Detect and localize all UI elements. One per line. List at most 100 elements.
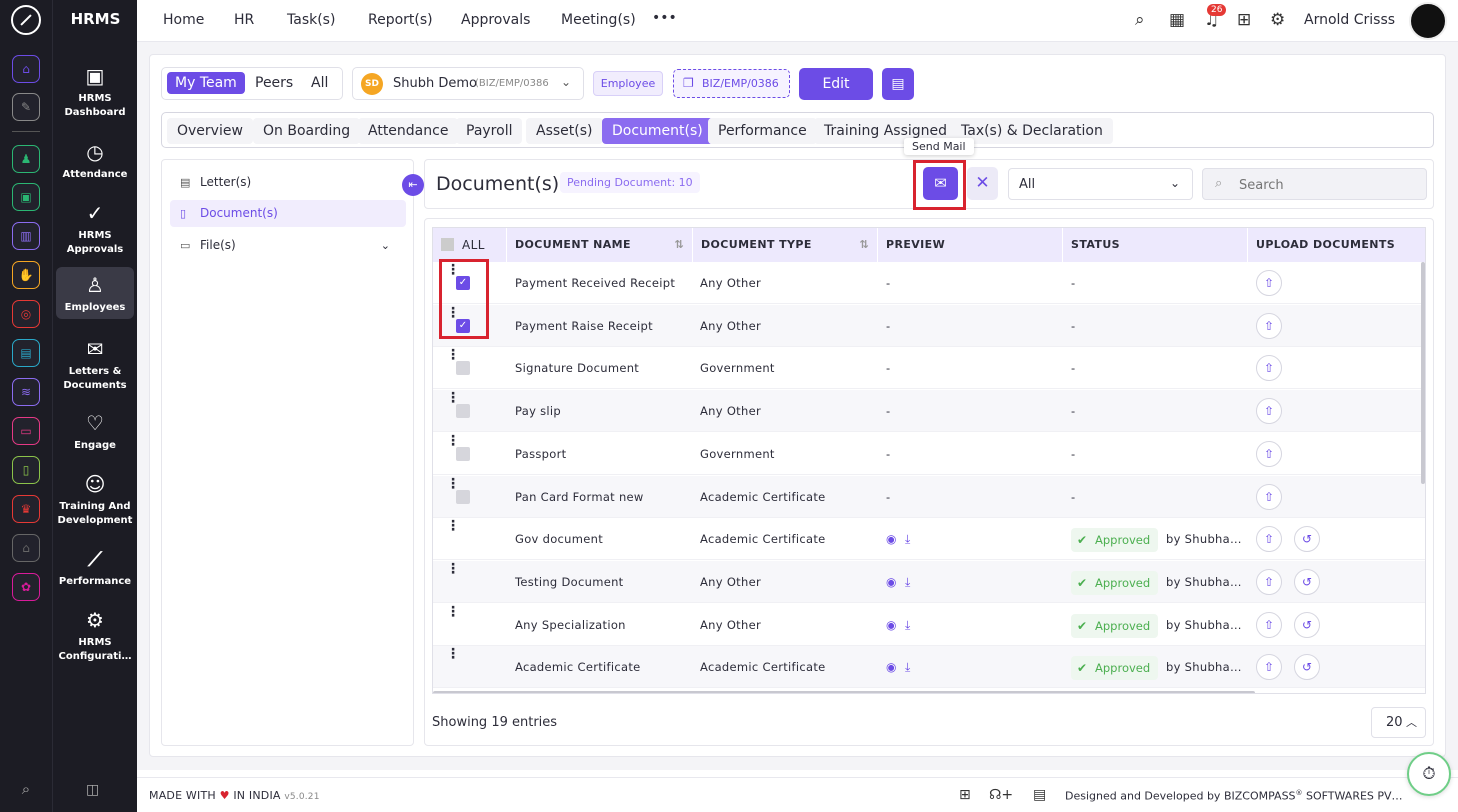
module-hrms-dashboard[interactable]: ▣ HRMS Dashboard [56, 58, 134, 120]
upload-icon[interactable]: ⇧ [1256, 355, 1282, 382]
tree-item-documents[interactable]: ▯ Document(s) [170, 200, 406, 227]
header-document-name[interactable]: DOCUMENT NAME ⇅ [507, 228, 693, 262]
tab-attendance[interactable]: Attendance [358, 118, 459, 144]
row-menu-icon[interactable]: ⋮ [446, 561, 460, 577]
row-menu-icon[interactable]: ⋮ [446, 604, 460, 620]
file-icon[interactable]: ▯ [12, 456, 40, 484]
box-icon[interactable]: ▣ [12, 183, 40, 211]
module-employees[interactable]: ♙ Employees [56, 267, 134, 319]
search-icon[interactable]: ⌕ [1135, 10, 1145, 30]
table-row[interactable]: ⋮ ✓ Payment Raise Receipt Any Other - - ⇧ [433, 304, 1425, 347]
pin-icon[interactable]: ✎ [12, 93, 40, 121]
header-document-type[interactable]: DOCUMENT TYPE ⇅ [693, 228, 878, 262]
puzzle-icon[interactable]: ✋ [12, 261, 40, 289]
eye-icon[interactable]: ◉ [886, 518, 896, 560]
employee-select[interactable]: SD Shubh Demo (BIZ/EMP/0386 ⌄ [352, 67, 584, 100]
table-row[interactable]: ⋮ Pay slip Any Other - - ⇧ [433, 390, 1425, 433]
nav-tasks[interactable]: Task(s) [287, 12, 335, 28]
windows-icon[interactable]: ⊞ [959, 787, 971, 803]
avatar[interactable] [1409, 2, 1447, 40]
more-icon[interactable]: ••• [652, 10, 677, 26]
support-icon[interactable]: ☊+ [989, 787, 1013, 803]
upload-icon[interactable]: ⇧ [1256, 398, 1282, 425]
module-training-and-development[interactable]: ☺ Training And Development [56, 466, 134, 528]
calendar-icon[interactable]: ▦ [1169, 10, 1185, 30]
search-icon[interactable]: ⌕ [14, 777, 38, 801]
collapse-panel-icon[interactable]: ⇤ [402, 174, 424, 196]
tab-overview[interactable]: Overview [167, 118, 253, 144]
gear-icon[interactable]: ⚙ [1270, 10, 1285, 30]
module-hrms-configurati[interactable]: ⚙ HRMS Configurati… [56, 602, 134, 664]
upload-icon[interactable]: ⇧ [1256, 611, 1282, 638]
history-icon[interactable]: ↺ [1294, 654, 1320, 681]
nav-meetings[interactable]: Meeting(s) [561, 12, 636, 28]
row-checkbox[interactable] [456, 361, 470, 376]
award-icon[interactable]: ♛ [12, 495, 40, 523]
employee-code-tag[interactable]: ❐ BIZ/EMP/0386 [673, 69, 790, 98]
download-icon[interactable]: ⤓ [905, 604, 910, 646]
module-engage[interactable]: ♡ Engage [56, 405, 134, 457]
row-menu-icon[interactable]: ⋮ [446, 646, 460, 662]
download-icon[interactable]: ⤓ [905, 561, 910, 603]
upload-icon[interactable]: ⇧ [1256, 440, 1282, 467]
tab-all[interactable]: All [311, 75, 328, 91]
row-checkbox[interactable] [456, 404, 470, 419]
sort-icon[interactable]: ⇅ [859, 228, 869, 262]
history-icon[interactable]: ↺ [1294, 526, 1320, 553]
send-mail-button[interactable]: ✉ [923, 167, 958, 200]
user-name[interactable]: Arnold Crisss [1304, 12, 1395, 28]
nav-approvals[interactable]: Approvals [461, 12, 530, 28]
table-row[interactable]: ⋮ Gov document Academic Certificate ◉ ⤓ ✔ Appr… [433, 518, 1425, 561]
tab-my-team[interactable]: My Team [167, 72, 245, 94]
table-row[interactable]: ⋮ Testing Document Any Other ◉ ⤓ ✔ Approved by … [433, 560, 1425, 603]
timer-icon[interactable]: ⏱ [1407, 752, 1451, 796]
table-row[interactable]: ⋮ Signature Document Government - - ⇧ [433, 347, 1425, 390]
tab-performance[interactable]: Performance [708, 118, 817, 144]
table-row[interactable]: ⋮ Any Specialization Any Other ◉ ⤓ ✔ Approved b… [433, 604, 1425, 646]
select-all-checkbox[interactable] [441, 238, 454, 251]
module-performance[interactable]: ⟋ Performance [56, 541, 134, 593]
table-row[interactable]: ⋮ Academic Certificate Academic Certificat… [433, 646, 1425, 689]
page-size-select[interactable]: 20 ︿ [1371, 707, 1426, 738]
target-icon[interactable]: ◎ [12, 300, 40, 328]
upload-icon[interactable]: ⇧ [1256, 312, 1282, 339]
table-row[interactable]: ⋮ ✓ Payment Received Receipt Any Other - - ⇧ [433, 262, 1425, 304]
apps-grid-icon[interactable]: ⊞ [1237, 10, 1251, 30]
eye-icon[interactable]: ◉ [886, 604, 896, 646]
nav-hr[interactable]: HR [234, 12, 254, 28]
horizontal-scrollbar[interactable] [433, 691, 1255, 693]
row-menu-icon[interactable]: ⋮ [446, 518, 460, 534]
download-icon[interactable]: ⤓ [905, 518, 910, 560]
tree-item-files[interactable]: ▭ File(s) ⌄ [170, 232, 406, 259]
tab-documents[interactable]: Document(s) [602, 118, 713, 144]
history-icon[interactable]: ↺ [1294, 611, 1320, 638]
sort-icon[interactable]: ⇅ [674, 228, 684, 262]
select-all-header[interactable]: ALL [433, 228, 507, 262]
table-row[interactable]: ⋮ Passport Government - - ⇧ [433, 433, 1425, 475]
module-hrms-approvals[interactable]: ✓ HRMS Approvals [56, 195, 134, 257]
tab-tax-declaration[interactable]: Tax(s) & Declaration [951, 118, 1113, 144]
upload-icon[interactable]: ⇧ [1256, 654, 1282, 681]
settings-icon[interactable]: ✿ [12, 573, 40, 601]
module-letters--documents[interactable]: ✉ Letters & Documents [56, 331, 134, 393]
row-checkbox[interactable] [456, 446, 470, 461]
chart-icon[interactable]: ≋ [12, 378, 40, 406]
tab-payroll[interactable]: Payroll [456, 118, 523, 144]
briefcase-icon[interactable]: ▥ [12, 222, 40, 250]
nav-home[interactable]: Home [163, 12, 204, 28]
module-attendance[interactable]: ◷ Attendance [56, 134, 134, 186]
notes-icon[interactable]: ▤ [1033, 787, 1046, 803]
download-icon[interactable]: ⤓ [905, 646, 910, 688]
clear-selection-button[interactable]: ✕ [967, 167, 998, 200]
sidebar-collapse-icon[interactable]: ◫ [86, 782, 99, 798]
tree-item-letters[interactable]: ▤ Letter(s) [170, 169, 406, 196]
home-icon[interactable]: ⌂ [12, 55, 40, 83]
upload-icon[interactable]: ⇧ [1256, 526, 1282, 553]
row-checkbox[interactable] [456, 489, 470, 504]
eye-icon[interactable]: ◉ [886, 561, 896, 603]
building-icon[interactable]: ⌂ [12, 534, 40, 562]
edit-button[interactable]: Edit [799, 68, 873, 100]
history-icon[interactable]: ↺ [1294, 568, 1320, 595]
monitor-icon[interactable]: ▭ [12, 417, 40, 445]
status-filter-select[interactable]: All ⌄ [1008, 168, 1193, 200]
